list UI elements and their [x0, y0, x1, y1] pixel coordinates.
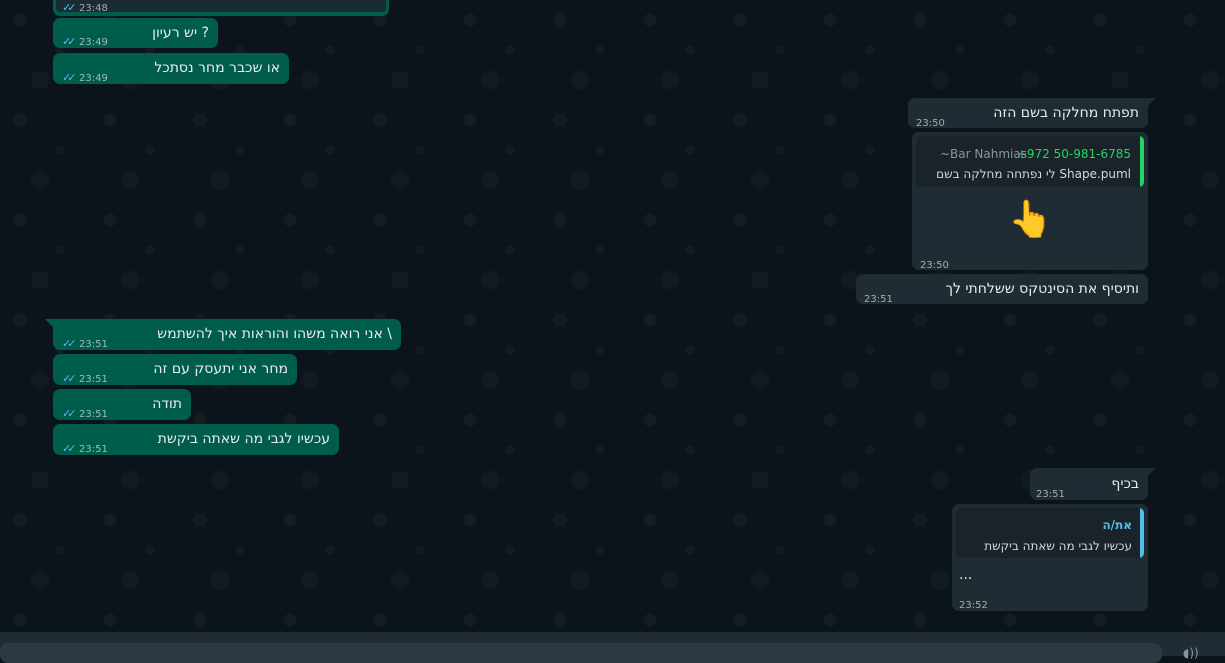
- quote-sender-name: ~Bar Nahmias: [940, 147, 1027, 161]
- message-out[interactable]: עכשיו לגבי מה שאתה ביקשת ✓✓ 23:51: [53, 424, 339, 455]
- message-text: בכיף: [1111, 476, 1139, 492]
- message-out[interactable]: תודה ✓✓ 23:51: [53, 389, 191, 420]
- message-in-reply[interactable]: +972 50-981-6785 ~Bar Nahmias לי נפתחה מ…: [912, 132, 1148, 271]
- message-in[interactable]: בכיף 23:51: [1030, 468, 1148, 500]
- message-time: 23:51: [864, 294, 893, 305]
- message-time: 23:49: [79, 37, 108, 48]
- message-text: יש רעיון ?: [152, 25, 209, 41]
- quote-accent-bar: [1140, 136, 1144, 187]
- message-time: 23:50: [920, 260, 949, 271]
- double-check-icon: ✓✓: [62, 372, 77, 385]
- message-out[interactable]: אני רואה משהו והוראות איך להשתמש \ ✓✓ 23…: [53, 319, 401, 350]
- message-time: 23:51: [79, 339, 108, 350]
- message-text: ...: [959, 567, 973, 583]
- message-time: 23:51: [79, 444, 108, 455]
- quoted-message[interactable]: +972 50-981-6785 ~Bar Nahmias לי נפתחה מ…: [916, 136, 1144, 187]
- quote-sender-phone: +972 50-981-6785: [1016, 147, 1131, 161]
- message-time: 23:51: [79, 409, 108, 420]
- double-check-icon: ✓✓: [62, 35, 77, 48]
- double-check-icon: ✓✓: [62, 407, 77, 420]
- message-in-reply[interactable]: את/ה עכשיו לגבי מה שאתה ביקשת ... 23:52: [952, 504, 1148, 611]
- message-in[interactable]: ותיסיף את הסינטקס ששלחתי לך 23:51: [856, 274, 1148, 305]
- message-time: 23:49: [79, 73, 108, 84]
- message-text: מחר אני יתעסק עם זה: [153, 361, 288, 377]
- double-check-icon: ✓✓: [62, 442, 77, 455]
- message-out[interactable]: מחר אני יתעסק עם זה ✓✓ 23:51: [53, 354, 297, 385]
- message-text: עכשיו לגבי מה שאתה ביקשת: [157, 431, 330, 447]
- double-check-icon: ✓✓: [62, 71, 77, 84]
- message-text: או שכבר מחר נסתכל: [154, 60, 280, 76]
- message-time: 23:52: [959, 600, 988, 611]
- quoted-message[interactable]: את/ה עכשיו לגבי מה שאתה ביקשת: [956, 508, 1144, 558]
- message-out-image[interactable]: ✓✓ 23:48: [53, 0, 389, 16]
- voice-icon[interactable]: ◖)): [1183, 646, 1199, 660]
- double-check-icon: ✓✓: [62, 337, 77, 350]
- composer-bar: ◖)): [0, 632, 1225, 663]
- message-out[interactable]: יש רעיון ? ✓✓ 23:49: [53, 18, 218, 48]
- pointing-up-emoji: 👆: [1008, 199, 1053, 240]
- message-input[interactable]: [0, 643, 1162, 663]
- double-check-icon: ✓✓: [62, 1, 77, 14]
- message-text: אני רואה משהו והוראות איך להשתמש \: [157, 326, 392, 342]
- message-text: תודה: [152, 396, 182, 412]
- message-in[interactable]: תפתח מחלקה בשם הזה 23:50: [908, 98, 1148, 129]
- message-time: 23:51: [79, 374, 108, 385]
- message-time: 23:51: [1036, 489, 1065, 500]
- message-time: 23:50: [916, 118, 945, 129]
- message-text: ותיסיף את הסינטקס ששלחתי לך: [945, 281, 1140, 297]
- message-time: 23:48: [79, 3, 108, 14]
- quote-accent-bar: [1140, 508, 1144, 558]
- quote-sender-name: את/ה: [1102, 518, 1132, 532]
- message-text: תפתח מחלקה בשם הזה: [993, 105, 1139, 121]
- quote-text: עכשיו לגבי מה שאתה ביקשת: [984, 539, 1132, 553]
- quote-text: לי נפתחה מחלקה בשם Shape.puml: [936, 167, 1131, 181]
- message-out[interactable]: או שכבר מחר נסתכל ✓✓ 23:49: [53, 53, 289, 84]
